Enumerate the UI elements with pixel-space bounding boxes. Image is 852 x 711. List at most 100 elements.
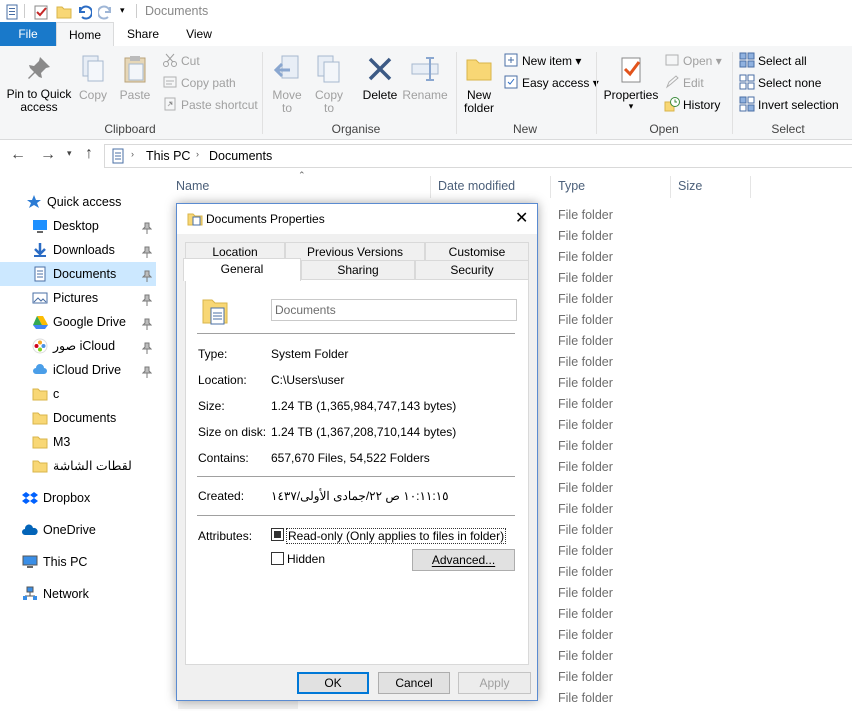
back-arrow-icon[interactable]: ← [10, 146, 26, 164]
rename-button[interactable]: Rename [402, 54, 448, 102]
sidebar-item[interactable]: M3 [0, 430, 156, 454]
apply-button[interactable]: Apply [458, 672, 531, 694]
new-folder-icon[interactable] [56, 4, 72, 20]
clipboard-group-label: Clipboard [104, 122, 156, 136]
sidebar-item[interactable]: Dropbox [0, 486, 156, 510]
pin-to-quick-access-button[interactable]: Pin to Quick access [4, 54, 74, 114]
file-type-cell[interactable]: File folder [558, 562, 613, 583]
breadcrumb-this-pc[interactable]: This PC [146, 149, 190, 163]
readonly-checkbox[interactable] [271, 528, 284, 541]
file-type-cell[interactable]: File folder [558, 541, 613, 562]
sidebar-item[interactable]: Documents [0, 406, 156, 430]
ok-button[interactable]: OK [297, 672, 369, 694]
sidebar-item[interactable]: OneDrive [0, 518, 156, 542]
tab-home[interactable]: Home [56, 22, 114, 47]
column-name[interactable]: Name [176, 176, 209, 196]
sidebar-item[interactable]: صور iCloud [0, 334, 156, 358]
invert-selection-button[interactable]: Invert selection [739, 96, 839, 114]
file-type-cell[interactable]: File folder [558, 646, 613, 667]
file-type-cell[interactable]: File folder [558, 415, 613, 436]
copy-to-button[interactable]: Copy to [312, 54, 346, 115]
tab-general[interactable]: General [183, 258, 301, 281]
sidebar-item[interactable]: Google Drive [0, 310, 156, 334]
tab-share[interactable]: Share [116, 22, 170, 46]
tab-previous-versions[interactable]: Previous Versions [285, 242, 425, 261]
breadcrumb-documents[interactable]: Documents [209, 149, 272, 163]
close-icon[interactable]: ✕ [515, 208, 528, 228]
up-arrow-icon[interactable]: ↑ [85, 145, 93, 163]
file-type-cell[interactable]: File folder [558, 520, 613, 541]
file-type-cell[interactable]: File folder [558, 268, 613, 289]
column-date-modified[interactable]: Date modified [438, 176, 515, 196]
tab-sharing[interactable]: Sharing [301, 260, 415, 279]
copy-path-button[interactable]: Copy path [162, 74, 236, 92]
sidebar-item[interactable]: Documents [0, 262, 156, 286]
customize-chevron-icon[interactable]: ▾ [120, 5, 125, 16]
hidden-checkbox[interactable] [271, 552, 284, 565]
easy-access-button[interactable]: Easy access ▾ [503, 74, 599, 92]
copy-button[interactable]: Copy [76, 54, 110, 102]
new-folder-button[interactable]: New folder [460, 54, 498, 115]
readonly-label[interactable]: Read-only (Only applies to files in fold… [286, 528, 507, 544]
file-type-cell[interactable]: File folder [558, 289, 613, 310]
select-none-button[interactable]: Select none [739, 74, 821, 92]
delete-button[interactable]: Delete [358, 54, 402, 102]
file-type-cell[interactable]: File folder [558, 394, 613, 415]
tab-security[interactable]: Security [415, 260, 529, 279]
file-type-cell[interactable]: File folder [558, 625, 613, 646]
paste-shortcut-icon [164, 97, 176, 111]
file-type-cell[interactable]: File folder [558, 583, 613, 604]
sidebar-item[interactable]: Quick access [0, 190, 156, 214]
file-type-cell[interactable]: File folder [558, 373, 613, 394]
file-type-cell[interactable]: File folder [558, 688, 613, 709]
copy-label: Copy [78, 88, 107, 102]
file-type-cell[interactable]: File folder [558, 310, 613, 331]
sidebar-item[interactable]: Desktop [0, 214, 156, 238]
redo-icon[interactable] [98, 4, 114, 20]
tab-file[interactable]: File [0, 22, 56, 46]
move-to-button[interactable]: Move to [268, 54, 306, 115]
tab-view[interactable]: View [172, 22, 226, 46]
forward-arrow-icon[interactable]: → [40, 146, 56, 164]
address-bar[interactable]: › This PC › Documents [104, 144, 852, 168]
sidebar-item[interactable]: Pictures [0, 286, 156, 310]
file-type-cell[interactable]: File folder [558, 352, 613, 373]
folder-name-field[interactable]: Documents [271, 299, 517, 321]
properties-button[interactable]: Properties ▾ [600, 54, 662, 111]
file-type-cell[interactable]: File folder [558, 205, 613, 226]
file-type-cell[interactable]: File folder [558, 247, 613, 268]
paste-shortcut-button[interactable]: Paste shortcut [162, 96, 258, 114]
sidebar-item[interactable]: لقطات الشاشة [0, 454, 156, 478]
file-type-cell[interactable]: File folder [558, 331, 613, 352]
sidebar-item[interactable]: c [0, 382, 156, 406]
open-button[interactable]: Open ▾ [664, 52, 722, 70]
hidden-label[interactable]: Hidden [287, 552, 325, 566]
new-item-button[interactable]: New item ▾ [503, 52, 581, 70]
undo-icon[interactable] [76, 4, 92, 20]
file-type-cell[interactable]: File folder [558, 667, 613, 688]
folder-name-value: Documents [275, 303, 336, 317]
properties-icon[interactable] [4, 4, 20, 20]
file-type-cell[interactable]: File folder [558, 478, 613, 499]
sidebar-item[interactable]: This PC [0, 550, 156, 574]
advanced-button[interactable]: Advanced... [412, 549, 515, 571]
file-type-cell[interactable]: File folder [558, 436, 613, 457]
tab-customise[interactable]: Customise [425, 242, 529, 261]
column-size[interactable]: Size [678, 176, 702, 196]
sidebar-item[interactable]: Downloads [0, 238, 156, 262]
checkmark-icon[interactable] [33, 4, 49, 20]
edit-button[interactable]: Edit [664, 74, 704, 92]
cancel-button[interactable]: Cancel [378, 672, 450, 694]
recent-locations-chevron-icon[interactable]: ▾ [67, 148, 72, 159]
file-type-cell[interactable]: File folder [558, 226, 613, 247]
file-type-cell[interactable]: File folder [558, 604, 613, 625]
paste-button[interactable]: Paste [116, 54, 154, 102]
file-type-cell[interactable]: File folder [558, 499, 613, 520]
sidebar-item[interactable]: Network [0, 582, 156, 606]
file-type-cell[interactable]: File folder [558, 457, 613, 478]
cut-button[interactable]: Cut [162, 52, 200, 70]
select-all-button[interactable]: Select all [739, 52, 807, 70]
sidebar-item[interactable]: iCloud Drive [0, 358, 156, 382]
column-type[interactable]: Type [558, 176, 585, 196]
history-button[interactable]: History [664, 96, 720, 114]
